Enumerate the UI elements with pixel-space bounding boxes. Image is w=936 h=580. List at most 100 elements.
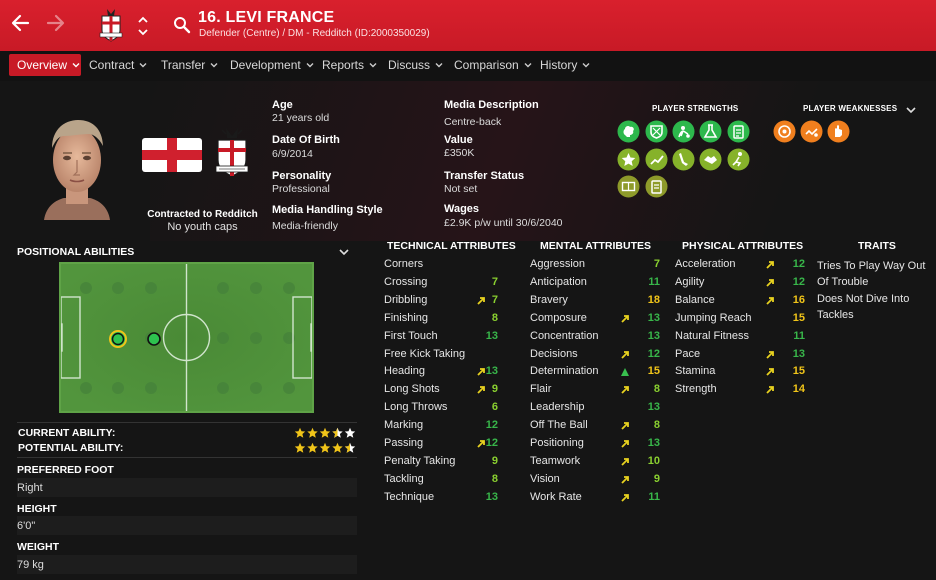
attribute-row[interactable]: Concentration 13 bbox=[530, 328, 662, 346]
chevron-down-icon[interactable] bbox=[338, 246, 350, 258]
attribute-name: Pace bbox=[675, 347, 701, 360]
attribute-row[interactable]: Positioning 13 bbox=[530, 435, 662, 453]
attribute-row[interactable]: Balance 16 bbox=[675, 292, 807, 310]
attribute-row[interactable]: Aggression 7 bbox=[530, 256, 662, 274]
media-style-value: Media-friendly bbox=[272, 220, 338, 232]
attribute-row[interactable]: Long Shots 9 bbox=[384, 381, 500, 399]
attribute-row[interactable]: Marking 12 bbox=[384, 417, 500, 435]
player-strengths-title: PLAYER STRENGTHS bbox=[652, 104, 739, 113]
star-strength-icon[interactable] bbox=[617, 148, 640, 171]
star-icon bbox=[319, 427, 331, 438]
attribute-row[interactable]: Free Kick Taking bbox=[384, 346, 500, 364]
attribute-row[interactable]: Agility 12 bbox=[675, 274, 807, 292]
attribute-value: 8 bbox=[653, 383, 660, 396]
attribute-value: 11 bbox=[648, 490, 660, 503]
attribute-row[interactable]: Anticipation 11 bbox=[530, 274, 662, 292]
tab-comparison[interactable]: Comparison bbox=[446, 54, 532, 76]
attribute-value: 12 bbox=[485, 437, 498, 449]
attribute-row[interactable]: Finishing 8 bbox=[384, 310, 500, 328]
attribute-row[interactable]: Corners bbox=[384, 256, 500, 274]
attribute-row[interactable]: Stamina 15 bbox=[675, 363, 807, 381]
hand-weakness-icon[interactable] bbox=[827, 120, 850, 143]
attribute-row[interactable]: Flair 8 bbox=[530, 381, 662, 399]
tab-overview[interactable]: Overview bbox=[9, 54, 81, 76]
attribute-value: 12 bbox=[792, 275, 805, 288]
attribute-row[interactable]: Strength 14 bbox=[675, 381, 807, 399]
arrow-up-right-icon bbox=[766, 350, 774, 359]
arrow-up-right-icon bbox=[621, 386, 629, 394]
attribute-row[interactable]: Bravery 18 bbox=[530, 292, 662, 310]
boot-strength-icon[interactable] bbox=[672, 148, 695, 171]
attribute-row[interactable]: Vision 9 bbox=[530, 471, 662, 489]
attribute-row[interactable]: Off The Ball 8 bbox=[530, 417, 662, 435]
tab-discuss[interactable]: Discuss bbox=[380, 54, 443, 76]
brain-strength-icon[interactable] bbox=[617, 120, 640, 143]
attribute-row[interactable]: Acceleration 12 bbox=[675, 256, 807, 274]
tab-transfer[interactable]: Transfer bbox=[153, 54, 218, 76]
england-flag-icon bbox=[142, 138, 202, 172]
arrow-left-icon[interactable] bbox=[8, 10, 34, 36]
attribute-row[interactable]: Heading 13 bbox=[384, 363, 500, 381]
cross-weakness-icon[interactable] bbox=[800, 120, 823, 143]
target-weakness-icon[interactable] bbox=[773, 120, 796, 143]
attribute-name: Work Rate bbox=[530, 490, 582, 503]
attribute-row[interactable]: Crossing 7 bbox=[384, 274, 500, 292]
chevron-down-icon[interactable] bbox=[905, 104, 917, 116]
search-icon[interactable] bbox=[173, 16, 191, 34]
trend-strength-icon[interactable] bbox=[645, 148, 668, 171]
star-icon bbox=[307, 442, 318, 453]
attribute-row[interactable]: Penalty Taking 9 bbox=[384, 453, 500, 471]
player-switch-icon[interactable] bbox=[137, 14, 149, 38]
chevron-down-icon bbox=[582, 63, 590, 68]
redditch-crest-icon bbox=[215, 128, 249, 177]
attribute-value: 11 bbox=[648, 275, 660, 288]
row-band bbox=[17, 516, 357, 535]
tab-reports[interactable]: Reports bbox=[314, 54, 377, 76]
row-band bbox=[17, 555, 357, 574]
attribute-value: 13 bbox=[647, 401, 660, 414]
notes-strength-icon[interactable] bbox=[645, 175, 668, 198]
attribute-row[interactable]: Teamwork 10 bbox=[530, 453, 662, 471]
tab-history[interactable]: History bbox=[532, 54, 590, 76]
attribute-row[interactable]: Technique 13 bbox=[384, 489, 500, 507]
attribute-name: Bravery bbox=[530, 293, 568, 306]
attribute-row[interactable]: Determination 15 bbox=[530, 363, 662, 381]
trait-item: Tries To Play Way Out Of Trouble bbox=[817, 260, 926, 288]
attribute-row[interactable]: Pace 13 bbox=[675, 346, 807, 364]
attribute-name: Corners bbox=[384, 258, 424, 270]
attribute-name: Anticipation bbox=[530, 275, 587, 288]
attribute-row[interactable]: Jumping Reach 15 bbox=[675, 310, 807, 328]
attribute-value: 7 bbox=[653, 258, 660, 270]
attribute-row[interactable]: Work Rate 11 bbox=[530, 489, 662, 507]
attribute-row[interactable]: Composure 13 bbox=[530, 310, 662, 328]
attribute-row[interactable]: First Touch 13 bbox=[384, 328, 500, 346]
pitch-strength-icon[interactable] bbox=[617, 175, 640, 198]
attribute-name: Leadership bbox=[530, 401, 585, 414]
tab-development[interactable]: Development bbox=[222, 54, 314, 76]
attribute-name: Off The Ball bbox=[530, 419, 588, 432]
arrow-up-right-icon bbox=[621, 422, 629, 430]
attribute-row[interactable]: Dribbling 7 bbox=[384, 292, 500, 310]
attribute-row[interactable]: Long Throws 6 bbox=[384, 399, 500, 417]
shield-strength-icon[interactable] bbox=[645, 120, 668, 143]
attribute-row[interactable]: Tackling 8 bbox=[384, 471, 500, 489]
tab-contract[interactable]: Contract bbox=[81, 54, 147, 76]
attribute-name: Crossing bbox=[384, 275, 428, 288]
flask-strength-icon[interactable] bbox=[699, 120, 722, 143]
clipboard-strength-icon[interactable] bbox=[727, 120, 750, 143]
youth-caps: No youth caps bbox=[167, 221, 238, 233]
potential-ability-stars bbox=[294, 442, 356, 453]
attribute-value: 13 bbox=[485, 329, 498, 342]
tackle-strength-icon[interactable] bbox=[672, 120, 695, 143]
arrow-right-icon[interactable] bbox=[42, 10, 68, 36]
attribute-row[interactable]: Leadership 13 bbox=[530, 399, 662, 417]
header-strength-icon[interactable] bbox=[727, 148, 750, 171]
star-icon bbox=[319, 442, 331, 453]
player-subtitle: Defender (Centre) / DM - Redditch (ID:20… bbox=[199, 28, 430, 39]
attribute-row[interactable]: Natural Fitness 11 bbox=[675, 328, 807, 346]
handshake-strength-icon[interactable] bbox=[699, 148, 722, 171]
attribute-value: 15 bbox=[792, 365, 805, 378]
attribute-row[interactable]: Passing 12 bbox=[384, 435, 500, 453]
tab-label: Comparison bbox=[454, 58, 519, 72]
attribute-row[interactable]: Decisions 12 bbox=[530, 346, 662, 364]
